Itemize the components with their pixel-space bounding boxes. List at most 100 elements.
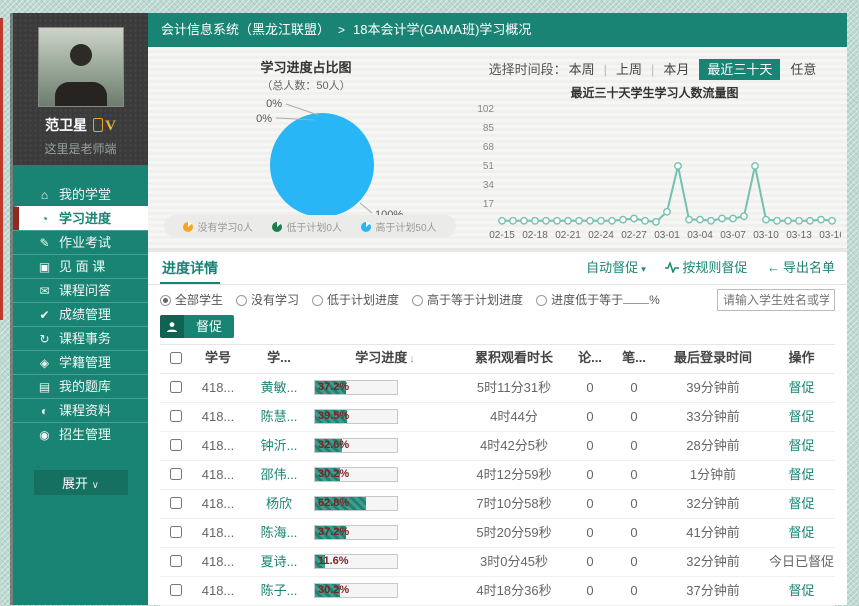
row-checkbox[interactable] bbox=[170, 555, 182, 567]
sidebar-item-course-affairs[interactable]: ↻课程事务 bbox=[13, 326, 148, 350]
supervise-link[interactable]: 督促 bbox=[788, 467, 814, 482]
row-select-cell bbox=[160, 432, 190, 460]
sidebar-item-my-classroom[interactable]: ⌂我的学堂 bbox=[13, 183, 148, 206]
sidebar-item-admissions[interactable]: ◉招生管理 bbox=[13, 422, 148, 446]
export-list-button[interactable]: ←导出名单 bbox=[767, 260, 835, 275]
data-point bbox=[598, 218, 604, 224]
notes-count: 0 bbox=[610, 432, 658, 459]
vip-badge: V bbox=[105, 118, 116, 134]
supervise-link[interactable]: 督促 bbox=[788, 380, 814, 395]
data-point bbox=[774, 218, 780, 224]
data-point bbox=[708, 218, 714, 224]
action-cell: 今日已督促 bbox=[768, 548, 835, 575]
row-checkbox[interactable] bbox=[170, 381, 182, 393]
watch-time: 5时20分59秒 bbox=[458, 519, 570, 546]
progress-bar: 30.2% bbox=[314, 583, 398, 598]
student-search-input[interactable] bbox=[717, 289, 835, 311]
expand-button[interactable]: 展开 ∨ bbox=[34, 470, 128, 495]
line-chart-title: 最近三十天学生学习人数流量图 bbox=[466, 84, 843, 101]
sidebar-item-homework-exam[interactable]: ✎作业考试 bbox=[13, 230, 148, 254]
admissions-icon: ◉ bbox=[37, 424, 52, 447]
supervise-link[interactable]: 督促 bbox=[788, 409, 814, 424]
data-point bbox=[818, 216, 824, 222]
student-name-link[interactable]: 黄敏... bbox=[246, 374, 312, 401]
data-point bbox=[554, 218, 560, 224]
left-arrow-icon: ← bbox=[767, 260, 780, 275]
notes-count: 0 bbox=[610, 519, 658, 546]
student-name-link[interactable]: 陈海... bbox=[246, 519, 312, 546]
user-name: 范卫星 bbox=[45, 117, 87, 133]
student-name-link[interactable]: 邵伟... bbox=[246, 461, 312, 488]
data-point bbox=[642, 218, 648, 224]
progress-bar-cell: 32.6% bbox=[312, 432, 458, 453]
student-id: 418... bbox=[190, 461, 246, 488]
breadcrumb-course[interactable]: 会计信息系统（黑龙江联盟） bbox=[161, 22, 330, 37]
sidebar-item-student-roll[interactable]: ◈学籍管理 bbox=[13, 350, 148, 374]
watch-time: 7时10分58秒 bbox=[458, 490, 570, 517]
x-tick-label: 03-07 bbox=[720, 230, 746, 241]
sidebar-item-label: 课程资料 bbox=[59, 403, 111, 418]
sidebar: 范卫星 V 这里是老师端 ⌂我的学堂◔学习进度✎作业考试▣见 面 课✉课程问答✔成… bbox=[13, 13, 148, 605]
student-name-link[interactable]: 杨欣 bbox=[246, 490, 312, 517]
photo-head-shape bbox=[70, 44, 92, 66]
row-checkbox[interactable] bbox=[170, 526, 182, 538]
student-name-link[interactable]: 夏诗... bbox=[246, 548, 312, 575]
supervise-link[interactable]: 督促 bbox=[788, 438, 814, 453]
left-red-edge bbox=[0, 18, 3, 320]
sidebar-item-label: 学习进度 bbox=[59, 211, 111, 226]
progress-bar-cell: 11.6% bbox=[312, 548, 458, 569]
data-point bbox=[521, 218, 527, 224]
sidebar-item-meeting-class[interactable]: ▣见 面 课 bbox=[13, 254, 148, 278]
student-name-link[interactable]: 钟沂... bbox=[246, 432, 312, 459]
row-checkbox[interactable] bbox=[170, 439, 182, 451]
filter-radio-2[interactable]: 低于计划进度 bbox=[312, 293, 399, 307]
question-bank-icon: ▤ bbox=[37, 376, 52, 399]
data-point bbox=[499, 218, 505, 224]
filter-radio-1[interactable]: 没有学习 bbox=[236, 293, 299, 307]
table-row: 418...夏诗...11.6%3时0分45秒0032分钟前今日已督促 bbox=[160, 548, 835, 577]
sidebar-item-learning-progress[interactable]: ◔学习进度 bbox=[13, 206, 148, 230]
sidebar-item-course-materials[interactable]: ◐ 课程资料 bbox=[13, 398, 148, 422]
sidebar-item-grades[interactable]: ✔成绩管理 bbox=[13, 302, 148, 326]
sidebar-menu-items: ⌂我的学堂◔学习进度✎作业考试▣见 面 课✉课程问答✔成绩管理↻课程事务◈学籍管… bbox=[13, 183, 148, 446]
sidebar-item-course-qa[interactable]: ✉课程问答 bbox=[13, 278, 148, 302]
rule-supervise-label: 按规则督促 bbox=[682, 260, 747, 275]
sidebar-item-question-bank[interactable]: ▤我的题库 bbox=[13, 374, 148, 398]
app-window: 范卫星 V 这里是老师端 ⌂我的学堂◔学习进度✎作业考试▣见 面 课✉课程问答✔成… bbox=[0, 0, 859, 605]
table-row: 418...陈慧...39.5%4时44分0033分钟前督促 bbox=[160, 403, 835, 432]
data-point bbox=[796, 218, 802, 224]
forum-count: 0 bbox=[570, 519, 610, 546]
supervise-link[interactable]: 督促 bbox=[788, 583, 814, 598]
select-all-checkbox[interactable] bbox=[170, 352, 182, 364]
supervise-button[interactable]: 督促 bbox=[160, 315, 234, 338]
filter-radio-0[interactable]: 全部学生 bbox=[160, 293, 223, 307]
filter-radio-4[interactable]: 进度低于等于% bbox=[536, 293, 660, 307]
percent-blank-input[interactable] bbox=[623, 293, 649, 304]
student-name-link[interactable]: 陈慧... bbox=[246, 403, 312, 430]
course-materials-icon: ◐ bbox=[37, 400, 52, 423]
rule-supervise-button[interactable]: 按规则督促 bbox=[665, 260, 747, 275]
student-name-link[interactable]: 陈子... bbox=[246, 577, 312, 604]
notes-count: 0 bbox=[610, 461, 658, 488]
panel-actions: 自动督促▾ 按规则督促 ←导出名单 bbox=[570, 252, 835, 285]
data-point bbox=[741, 213, 747, 219]
data-point bbox=[620, 216, 626, 222]
progress-percent-label: 37.2% bbox=[318, 381, 349, 394]
legend-pie-icon bbox=[361, 222, 371, 232]
row-checkbox[interactable] bbox=[170, 468, 182, 480]
tab-progress-detail[interactable]: 进度详情 bbox=[160, 252, 220, 284]
supervise-link[interactable]: 督促 bbox=[788, 496, 814, 511]
row-checkbox[interactable] bbox=[170, 584, 182, 596]
x-tick-label: 02-21 bbox=[555, 230, 581, 241]
supervise-link[interactable]: 督促 bbox=[788, 525, 814, 540]
col-forum: 论... bbox=[570, 345, 610, 371]
col-progress[interactable]: 学习进度↓ bbox=[312, 345, 458, 372]
filter-radio-3[interactable]: 高于等于计划进度 bbox=[412, 293, 523, 307]
pie-leader-line bbox=[286, 104, 318, 115]
auto-supervise-dropdown[interactable]: 自动督促▾ bbox=[586, 260, 646, 275]
row-checkbox[interactable] bbox=[170, 410, 182, 422]
radio-icon bbox=[160, 295, 171, 306]
role-subtitle: 这里是老师端 bbox=[13, 140, 148, 157]
row-checkbox[interactable] bbox=[170, 497, 182, 509]
data-point bbox=[752, 163, 758, 169]
